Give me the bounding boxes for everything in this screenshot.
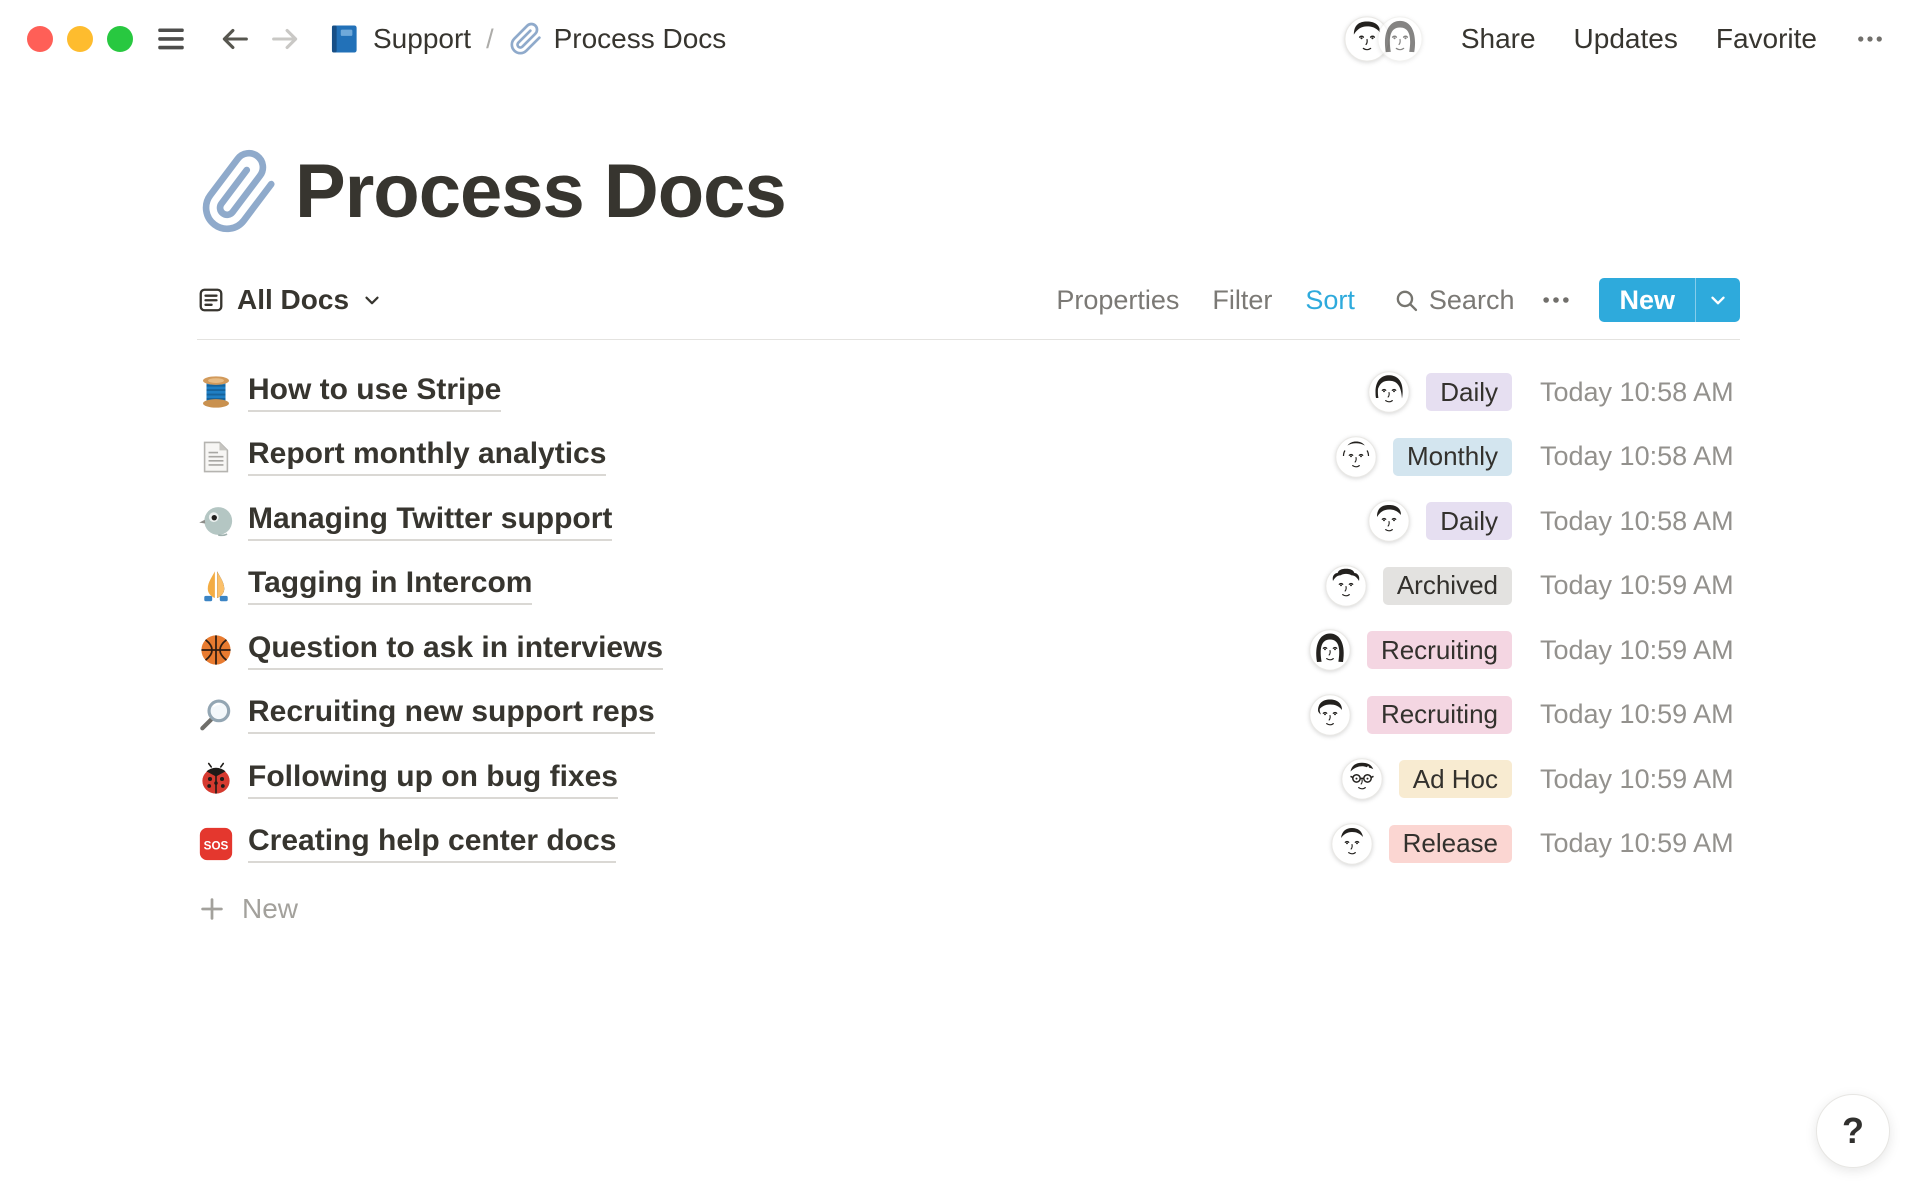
table-row[interactable]: Tagging in Intercom Archived Today 10:59… <box>197 554 1740 619</box>
table-row[interactable]: Recruiting new support reps Recruiting T… <box>197 683 1740 748</box>
avatar-man-dark-hair <box>1309 694 1351 736</box>
page-content: Process Docs All Docs Properties Filter … <box>197 78 1740 938</box>
doc-title[interactable]: Managing Twitter support <box>248 502 612 541</box>
breadcrumb-separator: / <box>486 24 494 55</box>
collaborator-avatars <box>1344 16 1423 62</box>
last-edited-time: Today 10:58 AM <box>1540 377 1740 408</box>
breadcrumb-support-label: Support <box>373 23 471 55</box>
help-button[interactable]: ? <box>1816 1094 1890 1168</box>
document-icon <box>197 438 235 476</box>
new-button[interactable]: New <box>1599 278 1740 322</box>
view-switcher[interactable]: All Docs <box>197 284 383 316</box>
page-header: Process Docs <box>197 78 1740 234</box>
status-badge[interactable]: Recruiting <box>1367 631 1512 669</box>
plus-icon <box>197 894 227 924</box>
bird-icon <box>197 502 235 540</box>
breadcrumb-page-label: Process Docs <box>554 23 727 55</box>
window-controls <box>27 26 133 52</box>
chevron-down-icon <box>361 289 383 311</box>
last-edited-time: Today 10:59 AM <box>1540 570 1740 601</box>
table-row[interactable]: Report monthly analytics Monthly Today 1… <box>197 425 1740 490</box>
collaborator-avatar-2 <box>1377 16 1423 62</box>
doc-title[interactable]: Report monthly analytics <box>248 437 606 476</box>
question-mark: ? <box>1842 1110 1864 1152</box>
page-title[interactable]: Process Docs <box>295 151 786 233</box>
status-badge[interactable]: Archived <box>1383 567 1512 605</box>
database-toolbar: All Docs Properties Filter Sort Search N… <box>197 278 1740 322</box>
book-icon <box>328 22 362 56</box>
status-badge[interactable]: Daily <box>1426 502 1512 540</box>
forward-arrow-icon[interactable] <box>268 22 302 56</box>
new-button-label[interactable]: New <box>1599 278 1695 322</box>
view-name: All Docs <box>237 284 349 316</box>
last-edited-time: Today 10:58 AM <box>1540 441 1740 472</box>
avatar-balding-man <box>1335 436 1377 478</box>
status-badge[interactable]: Release <box>1389 825 1512 863</box>
toolbar-properties[interactable]: Properties <box>1056 285 1179 316</box>
updates-button[interactable]: Updates <box>1574 23 1678 55</box>
status-badge[interactable]: Ad Hoc <box>1399 760 1512 798</box>
magnifying-glass-icon <box>197 696 235 734</box>
paperclip-page-icon[interactable] <box>192 145 287 240</box>
doc-title[interactable]: Following up on bug fixes <box>248 760 618 799</box>
table-row[interactable]: Question to ask in interviews Recruiting… <box>197 618 1740 683</box>
avatar-woman-long-hair <box>1309 629 1351 671</box>
doc-title[interactable]: Creating help center docs <box>248 824 616 863</box>
search-icon <box>1393 287 1420 314</box>
avatar-woman-bob-hair <box>1368 371 1410 413</box>
paperclip-icon <box>509 22 543 56</box>
table-row[interactable]: How to use Stripe Daily Today 10:58 AM <box>197 360 1740 425</box>
search-label: Search <box>1429 285 1515 316</box>
status-badge[interactable]: Daily <box>1426 373 1512 411</box>
table-row[interactable]: Managing Twitter support Daily Today 10:… <box>197 489 1740 554</box>
avatar-man-short-hair-2 <box>1331 823 1373 865</box>
doc-table: How to use Stripe Daily Today 10:58 AM R… <box>197 360 1740 876</box>
last-edited-time: Today 10:59 AM <box>1540 828 1740 859</box>
ladybug-icon <box>197 760 235 798</box>
last-edited-time: Today 10:59 AM <box>1540 699 1740 730</box>
hamburger-icon[interactable] <box>154 22 188 56</box>
avatar-man-curly-hair <box>1325 565 1367 607</box>
toolbar-sort[interactable]: Sort <box>1305 285 1355 316</box>
thread-spool-icon <box>197 373 235 411</box>
add-row-label: New <box>242 893 298 925</box>
toolbar-search[interactable]: Search <box>1393 285 1515 316</box>
doc-title[interactable]: Recruiting new support reps <box>248 695 655 734</box>
minimize-window-button[interactable] <box>67 26 93 52</box>
last-edited-time: Today 10:59 AM <box>1540 635 1740 666</box>
table-row[interactable]: SOS Creating help center docs Release To… <box>197 812 1740 877</box>
back-arrow-icon[interactable] <box>218 22 252 56</box>
last-edited-time: Today 10:59 AM <box>1540 764 1740 795</box>
avatar-man-glasses <box>1341 758 1383 800</box>
toolbar-filter[interactable]: Filter <box>1212 285 1272 316</box>
sos-icon: SOS <box>197 825 235 863</box>
basketball-icon <box>197 631 235 669</box>
toolbar-more-icon[interactable] <box>1540 284 1572 316</box>
table-divider <box>197 339 1740 340</box>
breadcrumb-item-process-docs[interactable]: Process Docs <box>509 22 727 56</box>
breadcrumb: Support / Process Docs <box>328 22 726 56</box>
praying-hands-icon <box>197 567 235 605</box>
avatar-man-short-hair <box>1368 500 1410 542</box>
favorite-button[interactable]: Favorite <box>1716 23 1817 55</box>
status-badge[interactable]: Monthly <box>1393 438 1512 476</box>
svg-text:SOS: SOS <box>204 839 229 852</box>
add-row-button[interactable]: New <box>197 880 1740 938</box>
close-window-button[interactable] <box>27 26 53 52</box>
doc-title[interactable]: Question to ask in interviews <box>248 631 663 670</box>
breadcrumb-item-support[interactable]: Support <box>328 22 471 56</box>
zoom-window-button[interactable] <box>107 26 133 52</box>
status-badge[interactable]: Recruiting <box>1367 696 1512 734</box>
titlebar: Support / Process Docs Share Updates Fav… <box>0 0 1920 78</box>
table-row[interactable]: Following up on bug fixes Ad Hoc Today 1… <box>197 747 1740 812</box>
new-button-chevron[interactable] <box>1696 278 1740 322</box>
share-button[interactable]: Share <box>1461 23 1536 55</box>
more-options-icon[interactable] <box>1855 24 1885 54</box>
list-view-icon <box>197 286 225 314</box>
doc-title[interactable]: Tagging in Intercom <box>248 566 532 605</box>
doc-title[interactable]: How to use Stripe <box>248 373 501 412</box>
last-edited-time: Today 10:58 AM <box>1540 506 1740 537</box>
